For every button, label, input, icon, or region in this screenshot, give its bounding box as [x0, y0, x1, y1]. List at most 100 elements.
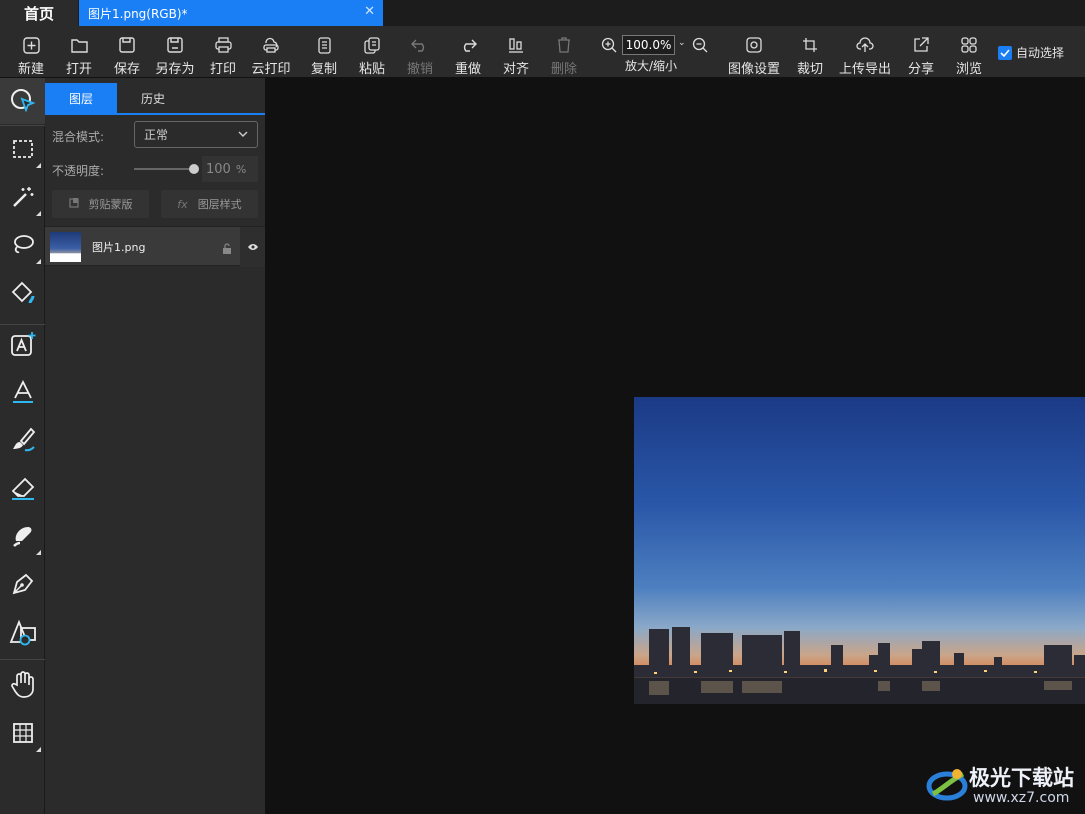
text-add-icon — [10, 332, 35, 356]
tab-bar: 首页 图片1.png(RGB)* ✕ — [0, 0, 1085, 26]
canvas-image[interactable] — [634, 397, 1085, 704]
lock-icon[interactable] — [222, 239, 232, 258]
save-as-button[interactable]: 另存为 — [152, 26, 198, 78]
browse-button[interactable]: 浏览 — [952, 26, 986, 78]
save-as-icon — [164, 34, 186, 56]
paste-button[interactable]: 粘贴 — [355, 26, 389, 78]
align-button[interactable]: 对齐 — [499, 26, 533, 78]
layers-panel: 图层 历史 混合模式: 正常 不透明度: 100 % 剪贴蒙版 fx 图层样式 … — [45, 78, 265, 814]
plus-square-icon — [20, 34, 42, 56]
eraser-icon — [11, 477, 34, 500]
opacity-input[interactable]: 100 % — [202, 156, 258, 182]
tab-document[interactable]: 图片1.png(RGB)* ✕ — [79, 0, 383, 26]
share-button[interactable]: 分享 — [904, 26, 938, 78]
opacity-slider[interactable] — [134, 164, 199, 174]
crop-label: 裁切 — [796, 62, 823, 77]
text-add-tool[interactable] — [0, 321, 45, 367]
cloud-upload-icon — [854, 34, 876, 56]
blend-mode-value: 正常 — [144, 128, 169, 142]
copy-button[interactable]: 复制 — [307, 26, 341, 78]
marquee-tool[interactable] — [0, 126, 45, 172]
city-skyline-image — [634, 627, 1085, 704]
magic-wand-tool[interactable] — [0, 174, 45, 220]
trash-icon — [553, 34, 575, 56]
fx-icon: fx — [177, 197, 188, 211]
lasso-tool[interactable] — [0, 222, 45, 268]
tab-layers[interactable]: 图层 — [45, 83, 117, 113]
upload-export-label: 上传导出 — [838, 62, 891, 77]
main-toolbar: 新建 打开 保存 另存为 打印 云打印 复制 粘贴 撤销 重做 对齐 删除 10… — [0, 26, 1085, 78]
zoom-input[interactable]: 100.0% — [622, 35, 675, 55]
copy-label: 复制 — [310, 62, 337, 77]
delete-button[interactable]: 删除 — [547, 26, 581, 78]
clip-mask-label: 剪贴蒙版 — [88, 198, 133, 211]
magic-wand-icon — [12, 187, 33, 207]
align-icon — [505, 34, 527, 56]
new-button[interactable]: 新建 — [14, 26, 48, 78]
opacity-slider-knob[interactable] — [189, 164, 199, 174]
image-settings-icon — [743, 34, 765, 56]
shape-icon — [9, 619, 36, 646]
zoom-control: 100.0% ⌄ 放大/缩小 — [598, 26, 713, 78]
marquee-icon — [12, 140, 33, 158]
clip-mask-icon — [68, 197, 79, 211]
image-settings-button[interactable]: 图像设置 — [724, 26, 784, 78]
pen-tool[interactable] — [0, 561, 45, 607]
smudge-tool[interactable] — [0, 513, 45, 559]
blend-mode-select[interactable]: 正常 — [134, 121, 258, 148]
clip-mask-button[interactable]: 剪贴蒙版 — [52, 190, 149, 218]
panel-tabs: 图层 历史 — [45, 83, 265, 115]
text-tool[interactable] — [0, 369, 45, 415]
delete-label: 删除 — [550, 62, 577, 77]
new-label: 新建 — [17, 62, 44, 77]
watermark-name: 极光下载站 — [969, 766, 1074, 790]
cloud-print-button[interactable]: 云打印 — [248, 26, 294, 78]
redo-label: 重做 — [454, 62, 481, 77]
watermark: 极光下载站 www.xz7.com — [925, 760, 1080, 810]
transform-tool[interactable] — [0, 710, 45, 756]
zoom-out-icon[interactable] — [692, 37, 708, 57]
text-icon — [12, 379, 33, 403]
printer-icon — [212, 34, 234, 56]
paint-bucket-tool[interactable] — [0, 270, 45, 316]
transform-grid-icon — [12, 723, 33, 743]
tab-home[interactable]: 首页 — [0, 0, 78, 26]
paste-label: 粘贴 — [358, 62, 385, 77]
close-icon[interactable]: ✕ — [364, 4, 375, 19]
zoom-in-icon[interactable] — [601, 37, 617, 57]
move-select-tool[interactable] — [0, 78, 45, 124]
shape-tool[interactable] — [0, 609, 45, 655]
open-button[interactable]: 打开 — [62, 26, 96, 78]
watermark-logo-icon — [926, 769, 968, 801]
canvas-area[interactable] — [265, 78, 1085, 814]
layer-style-button[interactable]: fx 图层样式 — [161, 190, 258, 218]
layer-row[interactable]: 图片1.png — [45, 226, 265, 267]
pen-icon — [12, 573, 33, 595]
print-label: 打印 — [209, 62, 236, 77]
save-button[interactable]: 保存 — [110, 26, 144, 78]
chevron-down-icon[interactable]: ⌄ — [678, 38, 686, 48]
brush-tool[interactable] — [0, 417, 45, 463]
save-label: 保存 — [113, 62, 140, 77]
opacity-label: 不透明度: — [52, 164, 105, 178]
eraser-tool[interactable] — [0, 465, 45, 511]
redo-button[interactable]: 重做 — [451, 26, 485, 78]
tool-palette — [0, 78, 45, 814]
browse-label: 浏览 — [955, 62, 982, 77]
print-button[interactable]: 打印 — [206, 26, 240, 78]
auto-select-checkbox[interactable]: 自动选择 — [998, 44, 1064, 61]
copy-icon — [313, 34, 335, 56]
paste-icon — [361, 34, 383, 56]
hand-tool[interactable] — [0, 661, 45, 707]
upload-export-button[interactable]: 上传导出 — [836, 26, 894, 78]
tab-history[interactable]: 历史 — [117, 83, 189, 113]
chevron-down-icon — [237, 128, 249, 143]
lasso-icon — [13, 235, 34, 254]
undo-button[interactable]: 撤销 — [403, 26, 437, 78]
crop-button[interactable]: 裁切 — [793, 26, 827, 78]
smudge-icon — [12, 527, 31, 547]
cursor-icon — [10, 89, 36, 113]
zoom-label: 放大/缩小 — [625, 59, 678, 73]
eye-icon[interactable] — [240, 227, 265, 267]
image-settings-label: 图像设置 — [727, 62, 780, 77]
